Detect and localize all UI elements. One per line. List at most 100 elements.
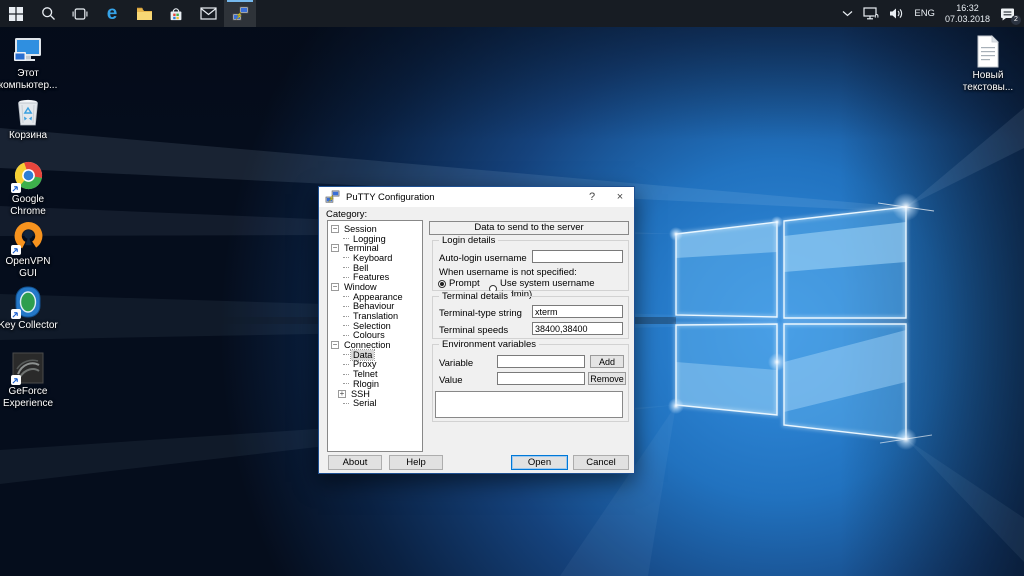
action-center-button[interactable]: 2	[995, 0, 1020, 27]
start-icon	[9, 7, 23, 21]
tree-connector	[343, 296, 349, 297]
window-help-button[interactable]: ?	[578, 187, 606, 207]
tree-item-label: Logging	[351, 234, 388, 244]
collapse-icon[interactable]: −	[331, 225, 339, 233]
icon-label: Experience	[3, 398, 53, 410]
tree-item-connection[interactable]: −Connection	[328, 340, 422, 350]
terminal-speeds-label: Terminal speeds	[439, 325, 508, 336]
tree-item-keyboard[interactable]: Keyboard	[328, 253, 422, 263]
desktop-icon-recycle-bin[interactable]: Корзина	[0, 95, 64, 142]
file-explorer-button[interactable]	[128, 0, 160, 27]
desktop-icon-this-pc[interactable]: Этот компьютер...	[0, 33, 64, 91]
tree-connector	[343, 335, 349, 336]
tree-item-ssh[interactable]: +SSH	[328, 389, 422, 399]
tree-item-label: SSH	[349, 389, 372, 399]
tree-item-label: Terminal	[342, 243, 381, 253]
tree-item-rlogin[interactable]: Rlogin	[328, 379, 422, 389]
desktop-icon-geforce-experience[interactable]: GeForce Experience	[0, 351, 64, 409]
icon-label: Chrome	[10, 206, 46, 218]
putty-taskbar-button[interactable]	[224, 0, 256, 27]
about-button[interactable]: About	[328, 455, 382, 470]
tree-item-bell[interactable]: Bell	[328, 263, 422, 273]
putty-window-icon	[325, 190, 340, 204]
autologin-username-input[interactable]	[532, 250, 623, 263]
expand-icon[interactable]: +	[338, 390, 346, 398]
file-explorer-icon	[136, 6, 153, 21]
shortcut-arrow-icon	[11, 245, 21, 255]
tree-item-telnet[interactable]: Telnet	[328, 369, 422, 379]
collapse-icon[interactable]: −	[331, 283, 339, 291]
tree-connector	[343, 306, 349, 307]
tray-show-hidden-icons[interactable]	[837, 0, 858, 27]
tree-item-data[interactable]: Data	[328, 350, 422, 360]
window-close-button[interactable]: ×	[606, 187, 634, 207]
desktop-icon-google-chrome[interactable]: Google Chrome	[0, 159, 64, 217]
tree-item-label: Colours	[351, 330, 387, 340]
shortcut-arrow-icon	[11, 309, 21, 319]
tree-connector	[343, 325, 349, 326]
variable-input[interactable]	[497, 355, 585, 368]
tray-volume-button[interactable]	[884, 0, 909, 27]
task-view-button[interactable]	[64, 0, 96, 27]
tree-item-label: Rlogin	[351, 379, 381, 389]
putty-icon	[232, 6, 249, 22]
tray-clock[interactable]: 16:32 07.03.2018	[940, 0, 995, 27]
login-details-legend: Login details	[439, 235, 498, 246]
tree-item-behaviour[interactable]: Behaviour	[328, 302, 422, 312]
tree-item-session[interactable]: −Session	[328, 224, 422, 234]
radio-prompt[interactable]: Prompt	[438, 278, 480, 289]
environment-variables-list[interactable]	[435, 391, 623, 418]
tree-item-appearance[interactable]: Appearance	[328, 292, 422, 302]
speaker-icon	[889, 7, 904, 20]
shortcut-arrow-icon	[11, 183, 21, 193]
icon-label: Этот	[0, 68, 57, 80]
desktop-icon-new-text-document[interactable]: Новый текстовы...	[952, 35, 1024, 93]
add-button[interactable]: Add	[590, 355, 624, 368]
edge-button[interactable]: e	[96, 0, 128, 27]
open-button[interactable]: Open	[511, 455, 568, 470]
shortcut-arrow-icon	[11, 375, 21, 385]
mail-button[interactable]	[192, 0, 224, 27]
tree-item-label: Appearance	[351, 292, 405, 302]
login-details-group: Login details Auto-login username When u…	[432, 240, 629, 291]
collapse-icon[interactable]: −	[331, 244, 339, 252]
icon-label: GeForce	[3, 386, 53, 398]
tree-item-window[interactable]: −Window	[328, 282, 422, 292]
cancel-button[interactable]: Cancel	[573, 455, 629, 470]
tree-item-proxy[interactable]: Proxy	[328, 360, 422, 370]
tree-item-label: Telnet	[351, 369, 380, 379]
category-tree: −SessionLogging−TerminalKeyboardBellFeat…	[327, 220, 423, 452]
remove-button[interactable]: Remove	[588, 372, 626, 385]
icon-label: Новый	[963, 70, 1013, 82]
tree-item-serial[interactable]: Serial	[328, 398, 422, 408]
tree-item-features[interactable]: Features	[328, 272, 422, 282]
tray-network-button[interactable]	[858, 0, 884, 27]
tree-connector	[343, 383, 349, 384]
terminal-speeds-input[interactable]	[532, 322, 623, 335]
value-label: Value	[439, 375, 463, 386]
desktop-screen: e	[0, 0, 1024, 576]
collapse-icon[interactable]: −	[331, 341, 339, 349]
start-button[interactable]	[0, 0, 32, 27]
tree-item-logging[interactable]: Logging	[328, 234, 422, 244]
notification-count-badge: 2	[1011, 15, 1021, 25]
tree-item-translation[interactable]: Translation	[328, 311, 422, 321]
tree-connector	[343, 364, 349, 365]
tree-item-colours[interactable]: Colours	[328, 331, 422, 341]
terminal-type-input[interactable]	[532, 305, 623, 318]
icon-label: Корзина	[9, 130, 47, 142]
tree-item-terminal[interactable]: −Terminal	[328, 243, 422, 253]
tree-item-label: Connection	[342, 340, 392, 350]
taskbar-search-button[interactable]	[32, 0, 64, 27]
window-titlebar[interactable]: PuTTY Configuration ? ×	[319, 187, 634, 207]
desktop-icon-openvpn-gui[interactable]: OpenVPN GUI	[0, 221, 64, 279]
tray-language-indicator[interactable]: ENG	[909, 0, 940, 27]
tree-item-label: Session	[342, 224, 379, 234]
icon-label: GUI	[5, 268, 50, 280]
store-button[interactable]	[160, 0, 192, 27]
icon-label: Key Collector	[0, 320, 58, 332]
tree-item-selection[interactable]: Selection	[328, 321, 422, 331]
value-input[interactable]	[497, 372, 585, 385]
desktop-icon-key-collector[interactable]: Key Collector	[0, 285, 64, 332]
help-button[interactable]: Help	[389, 455, 443, 470]
